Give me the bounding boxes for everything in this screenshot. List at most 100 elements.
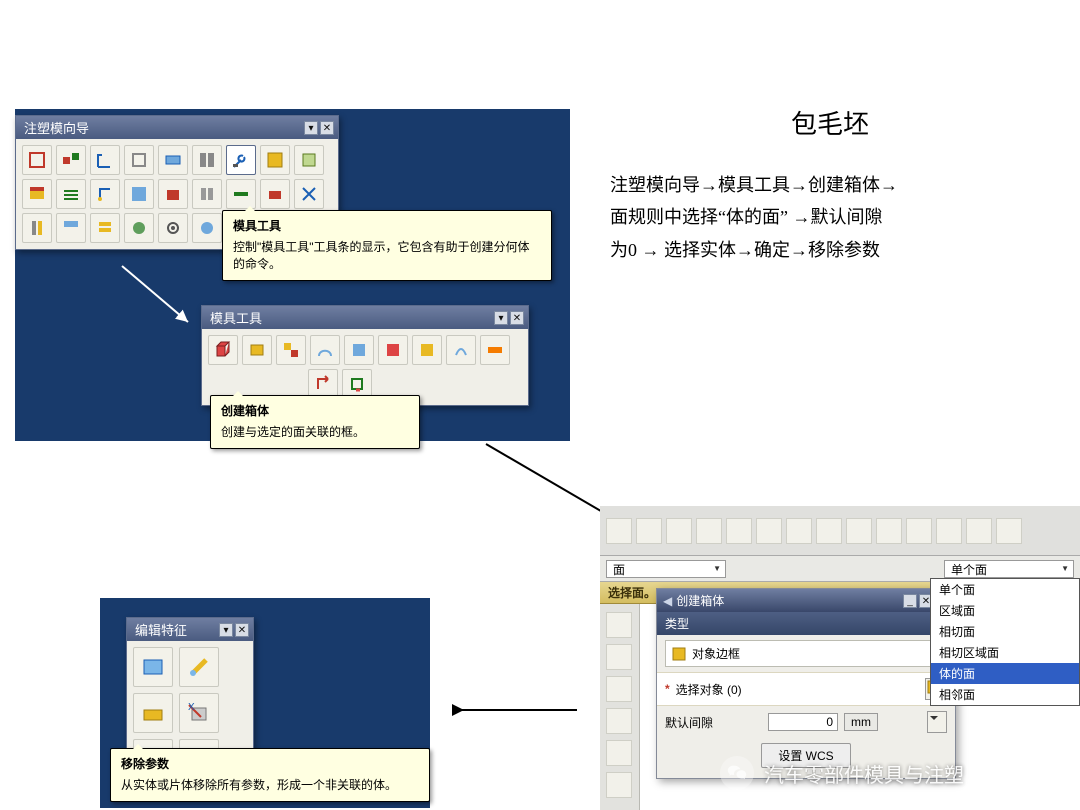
filter-icon[interactable] (732, 560, 752, 578)
toolbar-icon[interactable] (179, 647, 219, 687)
toolbar-icon[interactable] (22, 145, 52, 175)
toolbar-icon[interactable] (124, 179, 154, 209)
flow-line: 面规则中选择“体的面” →默认间隙 (610, 201, 1050, 233)
resbar-icon[interactable] (606, 676, 632, 702)
filter-right-combo[interactable]: 单个面 (944, 560, 1074, 578)
watermark-text: 汽车零部件模具与注塑 (764, 759, 964, 788)
toolbar-icon[interactable] (276, 335, 306, 365)
toolbar-icon[interactable] (260, 179, 290, 209)
ribbon-icon[interactable] (606, 518, 632, 544)
arrow-left (452, 700, 582, 725)
panel-pin-icon[interactable]: ▾ (219, 623, 233, 637)
tooltip-title: 模具工具 (233, 217, 541, 234)
ribbon-icon[interactable] (876, 518, 902, 544)
toolbar-icon[interactable] (192, 213, 222, 243)
panel-close-icon[interactable]: ✕ (235, 623, 249, 637)
toolbar-icon[interactable] (412, 335, 442, 365)
filter-icon[interactable] (810, 560, 830, 578)
resbar-icon[interactable] (606, 772, 632, 798)
panel-edit-title[interactable]: 编辑特征 ▾ ✕ (127, 618, 253, 641)
panel-mold-wizard-title[interactable]: 注塑模向导 ▾ ✕ (16, 116, 338, 139)
toolbar-icon[interactable] (294, 145, 324, 175)
toolbar-icon[interactable] (310, 335, 340, 365)
ribbon-icon[interactable] (996, 518, 1022, 544)
toolbar-icon[interactable] (90, 213, 120, 243)
panel-mold-wizard-title-text: 注塑模向导 (24, 118, 89, 137)
create-box-icon[interactable] (208, 335, 238, 365)
ribbon-icon[interactable] (666, 518, 692, 544)
toolbar-icon[interactable] (133, 693, 173, 733)
flow-line: 为0 → 选择实体→确定→移除参数 (610, 234, 1050, 266)
resbar-icon[interactable] (606, 612, 632, 638)
resbar-icon[interactable] (606, 644, 632, 670)
toolbar-icon[interactable] (124, 213, 154, 243)
dropdown-option[interactable]: 相邻面 (931, 684, 1079, 705)
filter-icon[interactable] (836, 560, 856, 578)
toolbar-icon[interactable] (480, 335, 510, 365)
toolbar-icon[interactable] (124, 145, 154, 175)
filter-left-combo[interactable]: 面 (606, 560, 726, 578)
ribbon-icon[interactable] (846, 518, 872, 544)
ribbon-icon[interactable] (636, 518, 662, 544)
toolbar-icon[interactable] (242, 335, 272, 365)
toolbar-icon[interactable] (90, 179, 120, 209)
ribbon-icon[interactable] (756, 518, 782, 544)
toolbar-icon[interactable] (344, 335, 374, 365)
toolbar-icon[interactable] (294, 179, 324, 209)
section-type-head[interactable]: 类型 ᐱ (657, 612, 955, 635)
resbar-icon[interactable] (606, 708, 632, 734)
clearance-unit[interactable]: mm (844, 713, 878, 731)
toolbar-icon[interactable] (158, 213, 188, 243)
dropdown-option[interactable]: 单个面 (931, 579, 1079, 600)
panel-mold-tools-title[interactable]: 模具工具 ▾ ✕ (202, 306, 528, 329)
toolbar-icon[interactable] (446, 335, 476, 365)
toolbar-icon[interactable] (133, 647, 173, 687)
toolbar-icon[interactable] (22, 179, 52, 209)
face-rule-dropdown[interactable]: 单个面 区域面 相切面 相切区域面 体的面 相邻面 (930, 578, 1080, 706)
panel-pin-icon[interactable]: ▾ (494, 311, 508, 325)
toolbar-icon[interactable] (260, 145, 290, 175)
ribbon-icon[interactable] (696, 518, 722, 544)
type-selector[interactable]: 对象边框 ▼ (665, 640, 947, 667)
panel-edit-title-text: 编辑特征 (135, 620, 187, 639)
toolbar-icon[interactable] (22, 213, 52, 243)
toolbar-icon[interactable] (56, 179, 86, 209)
dropdown-option[interactable]: 区域面 (931, 600, 1079, 621)
panel-pin-icon[interactable]: ▾ (304, 121, 318, 135)
panel-close-icon[interactable]: ✕ (320, 121, 334, 135)
ribbon-icon[interactable] (726, 518, 752, 544)
panel-close-icon[interactable]: ✕ (510, 311, 524, 325)
dropdown-option-selected[interactable]: 体的面 (931, 663, 1079, 684)
ribbon-icon[interactable] (966, 518, 992, 544)
resbar-icon[interactable] (606, 740, 632, 766)
ribbon-icon[interactable] (816, 518, 842, 544)
toolbar-icon[interactable] (56, 145, 86, 175)
toolbar-icon[interactable] (90, 145, 120, 175)
filter-icon[interactable] (784, 560, 804, 578)
dropdown-option[interactable]: 相切区域面 (931, 642, 1079, 663)
mold-tools-toolbar (202, 329, 528, 405)
ribbon-icon[interactable] (786, 518, 812, 544)
dropdown-option[interactable]: 相切面 (931, 621, 1079, 642)
toolbar-icon[interactable] (192, 145, 222, 175)
clearance-input[interactable]: 0 (768, 713, 838, 731)
mold-tools-icon[interactable] (226, 145, 256, 175)
ribbon-icon[interactable] (906, 518, 932, 544)
toolbar-icon[interactable] (158, 145, 188, 175)
dialog-titlebar[interactable]: ◀ 创建箱体 _ ✕ ▶ (657, 589, 955, 612)
tooltip-title: 移除参数 (121, 755, 419, 772)
dialog-min-icon[interactable]: _ (903, 594, 917, 608)
required-star-icon: * (665, 682, 670, 696)
select-object-label: 选择对象 (0) (676, 681, 742, 698)
clearance-more-button[interactable] (927, 711, 947, 733)
remove-params-icon[interactable]: X (179, 693, 219, 733)
back-icon[interactable]: ◀ (663, 594, 672, 608)
page-heading: 包毛坯 (610, 104, 1050, 141)
ribbon-icon[interactable] (936, 518, 962, 544)
filter-icon[interactable] (758, 560, 778, 578)
toolbar-icon[interactable] (192, 179, 222, 209)
toolbar-icon[interactable] (158, 179, 188, 209)
toolbar-icon[interactable] (378, 335, 408, 365)
toolbar-icon[interactable] (56, 213, 86, 243)
wechat-icon (720, 756, 754, 790)
